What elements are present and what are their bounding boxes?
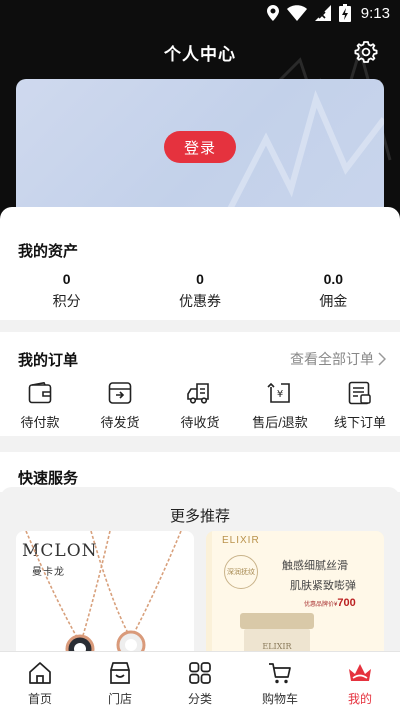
order-label: 售后/退款 [252, 415, 308, 430]
order-pending-receipt[interactable]: 待收货 [160, 380, 240, 431]
page-title: 个人中心 [164, 45, 236, 64]
signal-icon [314, 5, 331, 21]
promo-line: 触感细腻丝滑 [282, 560, 348, 572]
chevron-right-icon [378, 352, 386, 366]
quick-services-panel: 快速服务 [0, 452, 400, 492]
assets-panel: 我的资产 0 积分 0 优惠券 0.0 佣金 [0, 207, 400, 320]
asset-value: 0 [62, 271, 71, 287]
order-pending-shipment[interactable]: 待发货 [80, 380, 160, 431]
promo-line: 肌肤紧致嘭弹 [290, 580, 356, 592]
tab-label: 首页 [27, 692, 52, 706]
settings-button[interactable] [354, 40, 378, 64]
asset-coupons[interactable]: 0 优惠券 [133, 271, 266, 311]
orders-panel: 我的订单 查看全部订单 待付款 待发货 待收货 ¥ 售后/退款 线下订单 [0, 332, 400, 436]
asset-commission[interactable]: 0.0 佣金 [267, 271, 400, 311]
product-card-mclon[interactable]: MCLON 曼卡龙 [16, 531, 194, 661]
status-time: 9:13 [360, 4, 390, 22]
wifi-icon [286, 5, 307, 21]
price-label: 优惠品牌价¥ [304, 602, 338, 608]
order-pending-payment[interactable]: 待付款 [0, 380, 80, 431]
svg-text:¥: ¥ [277, 389, 283, 400]
tab-cart[interactable]: 购物车 [240, 652, 320, 711]
login-card: 登录 [16, 79, 384, 217]
order-label: 待收货 [180, 415, 220, 430]
status-bar: 9:13 [0, 0, 400, 28]
refund-icon: ¥ [267, 382, 290, 403]
order-label: 待付款 [20, 415, 60, 430]
bottom-tab-bar: 首页 门店 分类 购物车 我的 [0, 651, 400, 711]
svg-text:ELIXIR: ELIXIR [262, 642, 292, 651]
price-value: 700 [337, 597, 356, 609]
asset-points[interactable]: 0 积分 [0, 271, 133, 311]
orders-row: 待付款 待发货 待收货 ¥ 售后/退款 线下订单 [0, 380, 400, 432]
recommend-section: 更多推荐 MCLON 曼卡龙 ELIXIR 深润抚纹 触感细腻丝滑 肌肤紧致嘭弹… [0, 487, 400, 661]
assets-row: 0 积分 0 优惠券 0.0 佣金 [0, 271, 400, 311]
order-label: 待发货 [100, 415, 140, 430]
order-after-sales[interactable]: ¥ 售后/退款 [240, 380, 320, 431]
login-button[interactable]: 登录 [164, 131, 236, 163]
asset-label: 积分 [52, 293, 81, 309]
cart-icon [269, 663, 291, 684]
store-icon [110, 662, 130, 684]
category-icon [189, 662, 211, 684]
truck-icon [187, 383, 209, 404]
asset-label: 佣金 [319, 293, 348, 309]
asset-value: 0.0 [323, 271, 344, 287]
tab-home[interactable]: 首页 [0, 652, 80, 711]
view-all-label: 查看全部订单 [290, 351, 374, 367]
elixir-banner: ELIXIR 深润抚纹 触感细腻丝滑 肌肤紧致嘭弹 优惠品牌价¥700 ELIX… [212, 531, 384, 661]
promo-price: 优惠品牌价¥700 [304, 597, 356, 609]
package-icon [108, 382, 132, 404]
battery-icon [338, 4, 351, 22]
recommend-title: 更多推荐 [169, 508, 230, 525]
gear-icon [354, 41, 378, 63]
home-icon [29, 662, 51, 684]
view-all-orders-link[interactable]: 查看全部订单 [290, 349, 386, 369]
tab-label: 我的 [347, 692, 372, 706]
order-label: 线下订单 [333, 415, 386, 430]
elixir-badge: 深润抚纹 [224, 555, 258, 589]
order-offline[interactable]: 线下订单 [320, 380, 400, 431]
asset-label: 优惠券 [178, 293, 221, 309]
offline-order-icon [348, 381, 371, 405]
asset-value: 0 [196, 271, 204, 287]
tab-label: 购物车 [261, 692, 298, 706]
brand-logo: ELIXIR [222, 535, 260, 546]
tab-store[interactable]: 门店 [80, 652, 160, 711]
product-card-elixir[interactable]: ELIXIR 深润抚纹 触感细腻丝滑 肌肤紧致嘭弹 优惠品牌价¥700 ELIX… [206, 531, 384, 661]
tab-label: 门店 [107, 692, 132, 706]
tab-label: 分类 [187, 692, 212, 706]
necklace-image [25, 531, 182, 661]
profile-crown-icon [349, 664, 371, 681]
orders-title: 我的订单 [18, 352, 79, 369]
tab-category[interactable]: 分类 [160, 652, 240, 711]
assets-title: 我的资产 [18, 243, 79, 260]
location-icon [266, 5, 279, 21]
wallet-icon [28, 382, 52, 404]
quick-services-title: 快速服务 [18, 470, 79, 487]
tab-profile[interactable]: 我的 [320, 652, 400, 711]
